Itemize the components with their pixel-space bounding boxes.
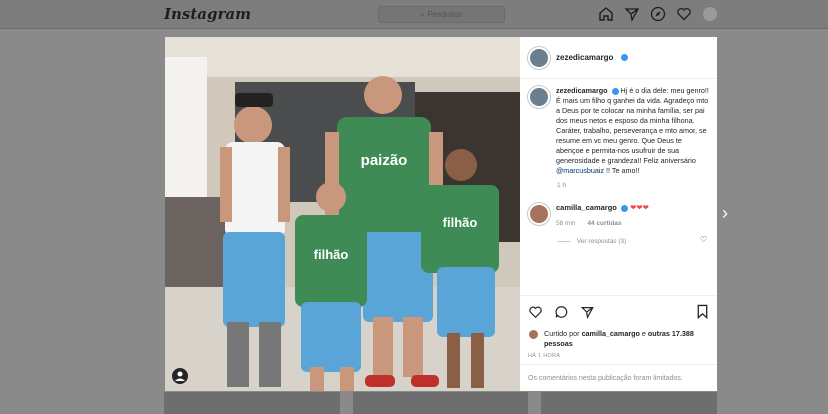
- comment-time: 58 min: [556, 220, 576, 227]
- home-icon[interactable]: [598, 6, 614, 22]
- grid-thumbnail[interactable]: [352, 392, 529, 414]
- comment-likes[interactable]: 44 curtidas: [587, 220, 621, 227]
- post-photo-illustration: paizão filhão filhão: [165, 37, 520, 391]
- post-side-panel: zezedicamargo zezedicamargo Hj é o dia d…: [520, 37, 717, 391]
- post-image[interactable]: paizão filhão filhão: [165, 37, 520, 391]
- grid-thumbnail[interactable]: [541, 392, 718, 414]
- shirt-text-filhao-mid: filhão: [314, 247, 349, 262]
- commenter-avatar[interactable]: [528, 203, 550, 225]
- liker-avatar[interactable]: [528, 329, 539, 340]
- search-icon: ⌕: [419, 9, 425, 19]
- verified-badge-icon: [611, 87, 619, 95]
- comment-text: ❤❤❤: [630, 203, 649, 212]
- author-username[interactable]: zezedicamargo: [556, 53, 613, 62]
- post-actions: Curtido por camilla_camargo e outras 17.…: [520, 295, 717, 359]
- top-nav: Instagram ⌕ Pesquisar: [0, 0, 828, 29]
- direct-icon[interactable]: [624, 6, 640, 22]
- post-caption: zezedicamargo Hj é o dia dele: meu genro…: [528, 86, 709, 176]
- likes-middle: e: [641, 329, 646, 338]
- caption-text-end: !! Te amo!!: [606, 166, 640, 175]
- caption-text: Hj é o dia dele: meu genro!! É mais um f…: [556, 86, 709, 165]
- caption-author-username[interactable]: zezedicamargo: [556, 86, 608, 95]
- caption-mention-link[interactable]: @marcusbuaiz: [556, 166, 604, 175]
- comment-bubble-icon[interactable]: [554, 305, 569, 322]
- caption-author-avatar[interactable]: [528, 86, 550, 108]
- activity-icon[interactable]: [676, 6, 692, 22]
- search-placeholder: Pesquisar: [427, 10, 464, 19]
- share-paper-plane-icon[interactable]: [580, 305, 595, 322]
- instagram-logo[interactable]: Instagram: [164, 5, 251, 23]
- author-avatar[interactable]: [528, 46, 550, 69]
- likes-summary: Curtido por camilla_camargo e outras 17.…: [528, 329, 709, 349]
- explore-icon[interactable]: [650, 6, 666, 22]
- comment-item: camilla_camargo ❤❤❤ 58 min 44 curtidas: [528, 203, 709, 227]
- liker-username[interactable]: camilla_camargo: [582, 329, 640, 338]
- post-timestamp[interactable]: HÁ 1 HORA: [528, 353, 709, 359]
- comments-limited-notice: Os comentários nesta publicação foram li…: [520, 364, 717, 391]
- search-input[interactable]: ⌕ Pesquisar: [378, 6, 505, 23]
- shirt-text-paizao: paizão: [361, 152, 408, 169]
- commenter-username[interactable]: camilla_camargo: [556, 203, 617, 212]
- comment-like-heart-icon[interactable]: ♡: [700, 235, 707, 244]
- bookmark-icon[interactable]: [696, 304, 709, 322]
- caption-time: 1 h: [557, 182, 567, 189]
- nav-icons: [598, 6, 718, 22]
- post-header: zezedicamargo: [520, 37, 717, 79]
- grid-thumbnail[interactable]: [164, 392, 340, 414]
- shirt-text-filhao-right: filhão: [443, 215, 478, 230]
- profile-grid-thumbnails: [164, 392, 718, 414]
- comments-section: zezedicamargo Hj é o dia dele: meu genro…: [528, 86, 709, 245]
- like-heart-icon[interactable]: [528, 305, 543, 322]
- likes-prefix: Curtido por: [544, 329, 580, 338]
- verified-badge-icon: [621, 54, 629, 61]
- verified-badge-icon: [620, 204, 628, 212]
- view-replies-link[interactable]: Ver respostas (3): [558, 238, 709, 245]
- next-post-arrow-icon[interactable]: ›: [722, 203, 728, 224]
- profile-avatar[interactable]: [702, 6, 718, 22]
